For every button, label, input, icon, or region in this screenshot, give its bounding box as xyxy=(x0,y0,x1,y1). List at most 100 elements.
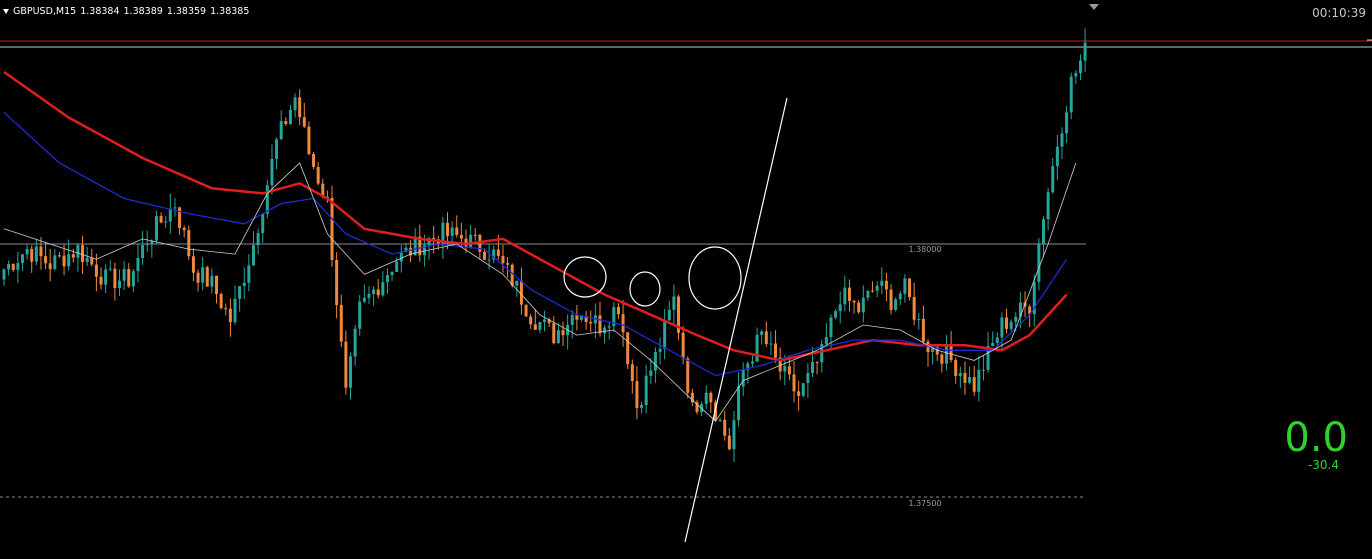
bear-candle xyxy=(187,230,191,257)
bear-candle xyxy=(815,362,819,364)
bear-candle xyxy=(561,330,565,336)
level-label-1-37500: 1.37500 xyxy=(908,499,941,508)
bear-candle xyxy=(446,222,450,236)
bull-candle xyxy=(1051,166,1055,193)
bear-candle xyxy=(1005,317,1009,329)
bull-candle xyxy=(737,386,741,421)
level-label-1-38000: 1.38000 xyxy=(908,245,941,254)
bull-candle xyxy=(265,185,269,214)
bull-candle xyxy=(875,285,879,291)
pnl-points: -30.4 xyxy=(1307,458,1339,472)
bull-candle xyxy=(801,383,805,396)
bull-candle xyxy=(607,326,611,328)
bull-candle xyxy=(210,275,214,287)
bull-candle xyxy=(238,286,242,299)
bear-candle xyxy=(847,287,851,301)
bull-candle xyxy=(538,322,542,330)
bull-candle xyxy=(53,255,57,270)
bear-candle xyxy=(196,272,200,283)
bull-candle xyxy=(898,293,902,300)
bear-candle xyxy=(616,306,620,315)
bull-candle xyxy=(275,139,279,159)
bull-candle xyxy=(2,269,6,280)
bull-candle xyxy=(977,370,981,392)
bull-candle xyxy=(783,366,787,372)
bear-candle xyxy=(307,126,311,155)
bear-candle xyxy=(71,254,75,258)
bear-candle xyxy=(482,251,486,260)
bull-candle xyxy=(732,420,736,450)
bull-candle xyxy=(16,262,20,270)
bear-candle xyxy=(792,374,796,392)
bull-candle xyxy=(903,278,907,294)
bull-candle xyxy=(843,287,847,305)
bear-candle xyxy=(215,275,219,295)
bear-candle xyxy=(797,391,801,396)
bear-candle xyxy=(774,343,778,358)
chart-window[interactable]: GBPUSD,M15 1.38384 1.38389 1.38359 1.383… xyxy=(0,0,1372,559)
bull-candle xyxy=(1042,219,1045,245)
bear-candle xyxy=(963,373,967,383)
bear-candle xyxy=(972,377,976,392)
bull-candle xyxy=(995,337,999,343)
bull-candle xyxy=(136,258,140,272)
bull-candle xyxy=(861,297,865,313)
price-chart[interactable]: 1.38000 1.37500 xyxy=(0,0,1372,559)
bear-candle xyxy=(529,316,533,325)
bull-candle xyxy=(270,158,274,186)
bear-candle xyxy=(376,289,380,296)
bear-candle xyxy=(339,304,343,342)
bull-candle xyxy=(1083,42,1087,61)
bull-candle xyxy=(168,208,172,222)
bull-candle xyxy=(469,234,473,248)
bear-candle xyxy=(727,435,731,450)
bull-candle xyxy=(104,269,108,285)
bull-candle xyxy=(1000,317,1004,338)
bear-candle xyxy=(524,304,528,317)
bear-candle xyxy=(510,264,514,286)
bear-candle xyxy=(519,280,523,305)
bull-candle xyxy=(399,251,403,262)
bull-candle xyxy=(834,311,838,318)
bull-candle xyxy=(381,282,385,296)
bear-candle xyxy=(48,263,52,270)
bear-candle xyxy=(764,331,768,344)
bull-candle xyxy=(704,392,708,404)
bull-candle xyxy=(353,328,357,357)
bear-candle xyxy=(312,154,316,167)
bull-candle xyxy=(1060,133,1064,147)
bull-candle xyxy=(34,246,38,262)
bear-candle xyxy=(459,234,463,239)
bull-candle xyxy=(1069,76,1073,113)
bull-candle xyxy=(1065,112,1069,134)
bear-candle xyxy=(575,315,579,320)
bear-candle xyxy=(626,332,630,365)
bear-candle xyxy=(344,341,348,388)
bear-candle xyxy=(284,121,288,125)
bull-candle xyxy=(201,267,205,283)
bull-candle xyxy=(658,348,662,352)
bear-candle xyxy=(11,263,15,270)
bull-candle xyxy=(543,319,547,323)
highlight-circle xyxy=(688,246,742,310)
bear-candle xyxy=(681,332,685,359)
bear-candle xyxy=(949,344,953,361)
bear-candle xyxy=(219,294,223,309)
bull-candle xyxy=(1046,192,1050,220)
bull-candle xyxy=(118,280,121,289)
bear-candle xyxy=(889,289,893,310)
bear-candle xyxy=(455,227,459,235)
bull-candle xyxy=(991,342,995,347)
bull-candle xyxy=(293,97,297,111)
bull-candle xyxy=(556,330,560,344)
bear-candle xyxy=(506,263,510,265)
bear-candle xyxy=(723,419,727,436)
bull-candle xyxy=(829,317,833,338)
bull-candle xyxy=(279,121,283,140)
bull-candle xyxy=(653,351,657,371)
bull-candle xyxy=(242,282,246,287)
bull-candle xyxy=(247,265,251,283)
bull-candle xyxy=(131,271,135,287)
bear-candle xyxy=(501,255,505,264)
bull-candle xyxy=(944,344,948,364)
